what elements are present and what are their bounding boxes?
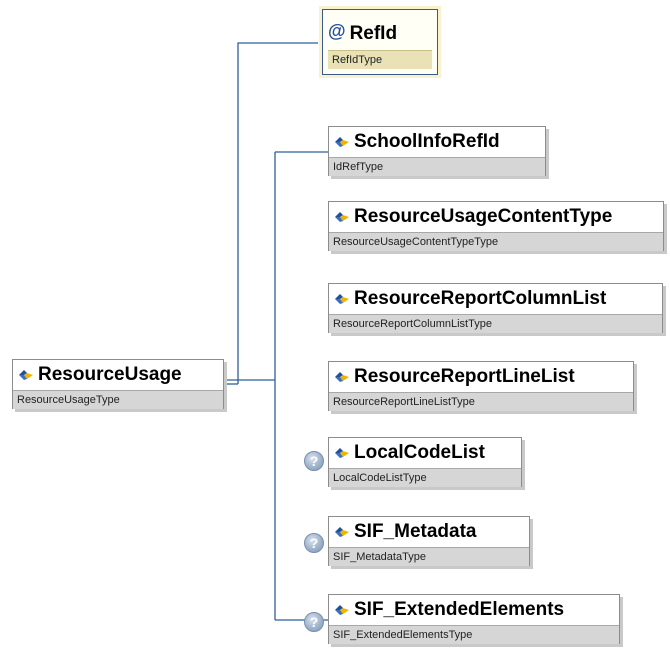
element-icon	[335, 294, 349, 304]
root-element-type: ResourceUsageType	[13, 390, 223, 409]
child-element-name: ResourceReportLineList	[354, 366, 575, 387]
child-element-name: LocalCodeList	[354, 442, 485, 463]
root-element-name: ResourceUsage	[38, 364, 182, 385]
child-element-type: SIF_ExtendedElementsType	[329, 625, 619, 644]
attribute-node-refid[interactable]: @ RefId RefIdType	[319, 6, 441, 78]
child-element-name-row: LocalCodeList	[329, 438, 521, 468]
child-element-name-row: ResourceReportColumnList	[329, 284, 662, 314]
child-element-resourceusagecontenttype[interactable]: ResourceUsageContentType ResourceUsageCo…	[328, 201, 664, 251]
optional-question-icon: ?	[304, 533, 324, 553]
child-element-name: SIF_ExtendedElements	[354, 599, 565, 620]
child-element-sif-extendedelements[interactable]: SIF_ExtendedElements SIF_ExtendedElement…	[328, 594, 620, 644]
child-element-schoolinforefid[interactable]: SchoolInfoRefId IdRefType	[328, 126, 546, 176]
child-element-name: ResourceReportColumnList	[354, 288, 607, 309]
element-icon	[335, 137, 349, 147]
child-element-name: SchoolInfoRefId	[354, 131, 500, 152]
element-icon	[335, 527, 349, 537]
optional-question-icon: ?	[304, 451, 324, 471]
root-element-node[interactable]: ResourceUsage ResourceUsageType	[12, 359, 224, 409]
element-icon	[335, 212, 349, 222]
child-element-type: SIF_MetadataType	[329, 547, 529, 566]
attribute-name-row: @ RefId	[323, 10, 437, 50]
child-element-type: LocalCodeListType	[329, 468, 521, 487]
attribute-type: RefIdType	[328, 50, 432, 69]
child-element-localcodelist[interactable]: LocalCodeList LocalCodeListType	[328, 437, 522, 487]
child-element-type: IdRefType	[329, 157, 545, 176]
child-element-name-row: SchoolInfoRefId	[329, 127, 545, 157]
child-element-type: ResourceUsageContentTypeType	[329, 232, 663, 251]
child-element-name-row: SIF_ExtendedElements	[329, 595, 619, 625]
child-element-resourcereportlinelist[interactable]: ResourceReportLineList ResourceReportLin…	[328, 361, 634, 411]
child-element-sif-metadata[interactable]: SIF_Metadata SIF_MetadataType	[328, 516, 530, 566]
child-element-name: ResourceUsageContentType	[354, 206, 613, 227]
attribute-name: RefId	[349, 23, 398, 44]
child-element-name: SIF_Metadata	[354, 521, 477, 542]
element-icon	[335, 605, 349, 615]
child-element-name-row: ResourceUsageContentType	[329, 202, 663, 232]
element-icon	[335, 448, 349, 458]
child-element-resourcereportcolumnlist[interactable]: ResourceReportColumnList ResourceReportC…	[328, 283, 663, 333]
child-element-name-row: SIF_Metadata	[329, 517, 529, 547]
child-element-type: ResourceReportColumnListType	[329, 314, 662, 333]
element-icon	[19, 370, 33, 380]
attribute-at-icon: @	[328, 20, 346, 41]
child-element-type: ResourceReportLineListType	[329, 392, 633, 411]
optional-question-icon: ?	[304, 612, 324, 632]
child-element-name-row: ResourceReportLineList	[329, 362, 633, 392]
element-icon	[335, 372, 349, 382]
root-element-name-row: ResourceUsage	[13, 360, 223, 390]
